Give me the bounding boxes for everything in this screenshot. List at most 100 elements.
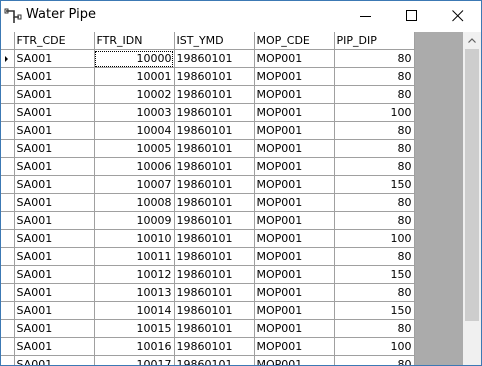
table-cell-ftr-cde[interactable]: SA001 [14,355,95,365]
table-cell-ftr-idn[interactable]: 10015 [94,319,175,338]
table-cell-ist-ymd[interactable]: 19860101 [174,247,255,266]
vertical-scrollbar[interactable] [463,32,481,365]
table-cell-ftr-cde[interactable]: SA001 [14,121,95,140]
table-cell-pip-dip[interactable]: 80 [334,85,415,104]
table-cell-pip-dip[interactable]: 80 [334,355,415,365]
table-cell-ist-ymd[interactable]: 19860101 [174,121,255,140]
table-cell-ftr-idn[interactable]: 10001 [94,67,175,86]
table-row[interactable]: SA001 10013 19860101 MOP001 80 [1,283,415,302]
table-cell-ftr-idn[interactable]: 10005 [94,139,175,158]
table-cell-ftr-idn[interactable]: 10012 [94,265,175,284]
table-cell-ftr-cde[interactable]: SA001 [14,211,95,230]
table-cell-pip-dip[interactable]: 100 [334,229,415,248]
row-header[interactable] [1,85,15,104]
table-row[interactable]: SA001 10010 19860101 MOP001 100 [1,229,415,248]
table-cell-ftr-idn[interactable]: 10004 [94,121,175,140]
table-cell-ftr-cde[interactable]: SA001 [14,229,95,248]
table-cell-ftr-cde[interactable]: SA001 [14,139,95,158]
row-header[interactable] [1,337,15,356]
table-cell-mop-cde[interactable]: MOP001 [254,337,335,356]
table-cell-ftr-cde[interactable]: SA001 [14,175,95,194]
close-button[interactable] [435,1,481,32]
row-header[interactable] [1,211,15,230]
row-header[interactable] [1,157,15,176]
table-cell-ftr-cde[interactable]: SA001 [14,265,95,284]
table-row[interactable]: SA001 10006 19860101 MOP001 80 [1,157,415,176]
table-row[interactable]: SA001 10012 19860101 MOP001 150 [1,265,415,284]
column-header[interactable]: IST_YMD [174,32,255,50]
table-cell-ftr-idn[interactable]: 10013 [94,283,175,302]
row-header[interactable] [1,175,15,194]
table-cell-pip-dip[interactable]: 80 [334,193,415,212]
table-cell-pip-dip[interactable]: 80 [334,319,415,338]
table-cell-pip-dip[interactable]: 80 [334,283,415,302]
table-cell-mop-cde[interactable]: MOP001 [254,103,335,122]
table-cell-pip-dip[interactable]: 80 [334,49,415,68]
table-cell-ftr-idn[interactable]: 10009 [94,211,175,230]
table-row[interactable]: SA001 10003 19860101 MOP001 100 [1,103,415,122]
table-cell-ftr-idn[interactable]: 10011 [94,247,175,266]
table-cell-ist-ymd[interactable]: 19860101 [174,67,255,86]
column-header[interactable]: FTR_IDN [94,32,175,50]
table-cell-ftr-cde[interactable]: SA001 [14,247,95,266]
column-header[interactable]: PIP_DIP [334,32,415,50]
table-cell-ftr-idn[interactable]: 10008 [94,193,175,212]
row-header[interactable] [1,121,15,140]
maximize-button[interactable] [389,1,435,32]
table-cell-ftr-cde[interactable]: SA001 [14,193,95,212]
table-cell-ist-ymd[interactable]: 19860101 [174,139,255,158]
scroll-up-button[interactable] [463,32,481,49]
table-cell-ist-ymd[interactable]: 19860101 [174,229,255,248]
table-cell-ist-ymd[interactable]: 19860101 [174,49,255,68]
table-row[interactable]: SA001 10008 19860101 MOP001 80 [1,193,415,212]
table-cell-pip-dip[interactable]: 80 [334,67,415,86]
table-cell-ftr-cde[interactable]: SA001 [14,337,95,356]
table-cell-ftr-cde[interactable]: SA001 [14,103,95,122]
row-header[interactable] [1,139,15,158]
table-cell-ist-ymd[interactable]: 19860101 [174,301,255,320]
row-header[interactable] [1,355,15,365]
table-cell-ftr-idn[interactable]: 10017 [94,355,175,365]
table-cell-mop-cde[interactable]: MOP001 [254,157,335,176]
table-cell-ftr-idn[interactable]: 10003 [94,103,175,122]
table-cell-ftr-idn[interactable]: 10006 [94,157,175,176]
table-row[interactable]: SA001 10001 19860101 MOP001 80 [1,67,415,86]
table-row[interactable]: SA001 10007 19860101 MOP001 150 [1,175,415,194]
table-cell-ftr-idn[interactable]: 10010 [94,229,175,248]
table-cell-pip-dip[interactable]: 150 [334,301,415,320]
table-row[interactable]: SA001 10016 19860101 MOP001 100 [1,337,415,356]
table-cell-mop-cde[interactable]: MOP001 [254,121,335,140]
column-header[interactable]: FTR_CDE [14,32,95,50]
scroll-thumb[interactable] [465,49,479,321]
table-cell-ftr-cde[interactable]: SA001 [14,85,95,104]
table-cell-pip-dip[interactable]: 100 [334,103,415,122]
table-cell-ist-ymd[interactable]: 19860101 [174,355,255,365]
table-cell-pip-dip[interactable]: 100 [334,337,415,356]
table-cell-ist-ymd[interactable]: 19860101 [174,211,255,230]
table-row[interactable]: SA001 10005 19860101 MOP001 80 [1,139,415,158]
table-cell-ftr-idn[interactable]: 10016 [94,337,175,356]
table-cell-mop-cde[interactable]: MOP001 [254,283,335,302]
table-row[interactable]: SA001 10017 19860101 MOP001 80 [1,355,415,365]
table-row[interactable]: SA001 10004 19860101 MOP001 80 [1,121,415,140]
table-row[interactable]: SA001 10009 19860101 MOP001 80 [1,211,415,230]
row-header[interactable] [1,283,15,302]
table-cell-ftr-cde[interactable]: SA001 [14,319,95,338]
table-cell-pip-dip[interactable]: 80 [334,157,415,176]
table-cell-ist-ymd[interactable]: 19860101 [174,175,255,194]
row-header[interactable] [1,319,15,338]
table-cell-mop-cde[interactable]: MOP001 [254,139,335,158]
table-cell-ist-ymd[interactable]: 19860101 [174,283,255,302]
table-cell-mop-cde[interactable]: MOP001 [254,85,335,104]
table-cell-mop-cde[interactable]: MOP001 [254,265,335,284]
row-header[interactable] [1,301,15,320]
table-cell-pip-dip[interactable]: 150 [334,175,415,194]
table-cell-ftr-cde[interactable]: SA001 [14,157,95,176]
data-grid[interactable]: FTR_CDE FTR_IDN IST_YMD MOP_CDE PIP_DIP … [1,32,463,365]
table-row[interactable]: SA001 10011 19860101 MOP001 80 [1,247,415,266]
table-cell-mop-cde[interactable]: MOP001 [254,175,335,194]
table-cell-ftr-idn[interactable]: 10000 [94,49,175,68]
table-cell-mop-cde[interactable]: MOP001 [254,67,335,86]
table-cell-pip-dip[interactable]: 80 [334,139,415,158]
table-cell-pip-dip[interactable]: 80 [334,121,415,140]
